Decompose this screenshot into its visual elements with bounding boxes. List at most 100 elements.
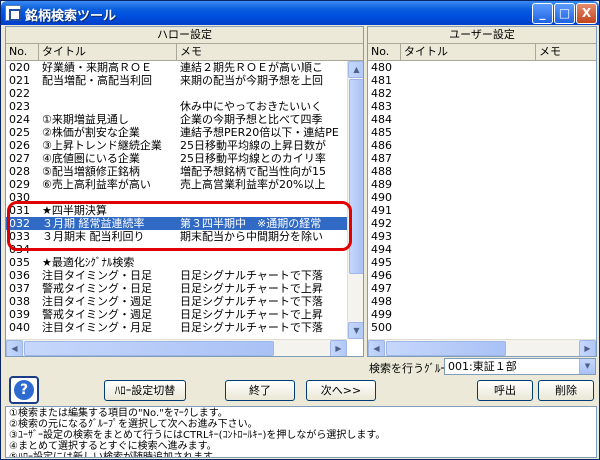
table-row[interactable]: 489	[368, 178, 596, 191]
cell-memo: 来期の配当が今期予想を上回	[180, 74, 323, 87]
table-row[interactable]: 491	[368, 204, 596, 217]
right-horizontal-scrollbar[interactable]: ◀ ▶	[368, 339, 596, 356]
col-memo[interactable]: メモ	[177, 44, 347, 60]
scroll-thumb[interactable]	[349, 79, 363, 274]
maximize-button[interactable]: □	[554, 3, 575, 24]
end-button[interactable]: 終了	[225, 380, 295, 401]
table-row[interactable]: 038 注目タイミング・週足 日足シグナルチャートで下落	[6, 295, 347, 308]
scroll-right-icon[interactable]: ▶	[579, 340, 596, 356]
switch-settings-button[interactable]: ﾊﾛｰ設定切替	[104, 380, 186, 401]
scroll-up-icon[interactable]: ▲	[348, 61, 363, 78]
table-row[interactable]: 484	[368, 113, 596, 126]
table-row[interactable]: 039 警戒タイミング・週足 日足シグナルチャートで上昇	[6, 308, 347, 321]
col-title[interactable]: タイトル	[401, 44, 536, 60]
cell-title: 好業績・来期高ＲＯＥ	[42, 61, 152, 74]
table-row[interactable]: 483	[368, 100, 596, 113]
table-row[interactable]: 024 ①来期増益見通し 企業の今期予想と比べて四季	[6, 113, 347, 126]
cell-no: 486	[371, 139, 392, 152]
table-row[interactable]: 498	[368, 295, 596, 308]
table-row[interactable]: 025 ②株価が割安な企業 連結予想PER20倍以下・連結PE	[6, 126, 347, 139]
table-row[interactable]: 020 好業績・来期高ＲＯＥ 連結２期先ＲＯＥが高い順こ	[6, 61, 347, 74]
table-row[interactable]: 495	[368, 256, 596, 269]
cell-memo: 日足シグナルチャートで下落	[180, 295, 323, 308]
table-row[interactable]: 500	[368, 321, 596, 334]
left-vertical-scrollbar[interactable]: ▲ ▼	[347, 61, 363, 339]
minimize-button[interactable]: _	[532, 3, 553, 24]
cell-memo: 休み中にやっておきたいいく	[180, 100, 323, 113]
app-icon	[5, 5, 21, 21]
table-row[interactable]: 040 注目タイミング・月足 日足シグナルチャートで下落	[6, 321, 347, 334]
table-row[interactable]: 028 ⑤配当増額修正銘柄 増配予想銘柄で配当性向が15	[6, 165, 347, 178]
scroll-left-icon[interactable]: ◀	[368, 340, 385, 356]
table-row[interactable]: 487	[368, 152, 596, 165]
cell-title: ３月期末 配当利回り	[42, 230, 145, 243]
table-row[interactable]: 023 休み中にやっておきたいいく	[6, 100, 347, 113]
table-row[interactable]: 031 ★四半期決算	[6, 204, 347, 217]
cell-no: 029	[9, 178, 30, 191]
cell-no: 482	[371, 87, 392, 100]
cell-no: 499	[371, 308, 392, 321]
cell-memo: 連結予想PER20倍以下・連結PE	[180, 126, 339, 139]
table-row[interactable]: 034	[6, 243, 347, 256]
table-row[interactable]: 496	[368, 269, 596, 282]
table-row[interactable]: 490	[368, 191, 596, 204]
table-row[interactable]: 026 ③上昇トレンド継続企業 25日移動平均線の上昇日数が	[6, 139, 347, 152]
next-button[interactable]: 次へ>>	[306, 380, 376, 401]
table-row[interactable]: 033 ３月期末 配当利回り 期末配当から中間期分を除い	[6, 230, 347, 243]
app-window: 銘柄検索ツール _ □ X ハロー設定 No. タイトル メモ 020 好業績・来…	[0, 0, 600, 460]
cell-no: 037	[9, 282, 30, 295]
col-no[interactable]: No.	[368, 44, 401, 60]
title-bar[interactable]: 銘柄検索ツール _ □ X	[1, 1, 599, 25]
hscroll-thumb[interactable]	[24, 341, 274, 356]
table-row[interactable]: 492	[368, 217, 596, 230]
table-row[interactable]: 488	[368, 165, 596, 178]
group-select[interactable]: 001:東証１部 ▼	[444, 358, 596, 375]
hscroll-thumb[interactable]	[386, 341, 506, 356]
table-row[interactable]: 029 ⑥売上高利益率が高い 売上高営業利益率が20%以上	[6, 178, 347, 191]
scroll-right-icon[interactable]: ▶	[330, 340, 347, 356]
table-row[interactable]: 494	[368, 243, 596, 256]
table-row[interactable]: 035 ★最適化ｼｸﾞﾅﾙ検索	[6, 256, 347, 269]
cell-no: 489	[371, 178, 392, 191]
cell-memo: 25日移動平均線とのカイリ率	[180, 152, 326, 165]
table-row[interactable]: 485	[368, 126, 596, 139]
cell-title: ⑤配当増額修正銘柄	[42, 165, 140, 178]
table-row[interactable]: 036 注目タイミング・日足 日足シグナルチャートで下落	[6, 269, 347, 282]
cell-no: 490	[371, 191, 392, 204]
cell-no: 031	[9, 204, 30, 217]
table-row[interactable]: 027 ④底値圏にいる企業 25日移動平均線とのカイリ率	[6, 152, 347, 165]
scroll-down-icon[interactable]: ▼	[348, 322, 363, 339]
scroll-left-icon[interactable]: ◀	[6, 340, 23, 356]
table-row[interactable]: 499	[368, 308, 596, 321]
cell-title: ★最適化ｼｸﾞﾅﾙ検索	[42, 256, 135, 269]
table-row[interactable]: 480	[368, 61, 596, 74]
cell-no: 483	[371, 100, 392, 113]
table-row[interactable]: 030	[6, 191, 347, 204]
table-row[interactable]: 021 配当増配・高配当利回 来期の配当が今期予想を上回	[6, 74, 347, 87]
instructions-box: ①検索または編集する項目の"No."をﾏｰｸします。 ②検索の元になるｸﾞﾙｰﾌﾟ…	[5, 406, 597, 458]
table-row[interactable]: 481	[368, 74, 596, 87]
cell-no: 492	[371, 217, 392, 230]
table-row[interactable]: 037 警戒タイミング・日足 日足シグナルチャートで上昇	[6, 282, 347, 295]
help-button[interactable]: ?	[9, 376, 39, 404]
table-row[interactable]: 486	[368, 139, 596, 152]
cell-memo: 売上高営業利益率が20%以上	[180, 178, 326, 191]
left-column-header: No. タイトル メモ	[6, 44, 363, 61]
cell-memo: 第３四半期中 ※通期の経常	[180, 217, 322, 230]
table-row[interactable]: 482	[368, 87, 596, 100]
table-row[interactable]: 032 ３月期 経常益連続率 第３四半期中 ※通期の経常	[6, 217, 347, 230]
col-title[interactable]: タイトル	[39, 44, 177, 60]
delete-button[interactable]: 削除	[538, 380, 594, 401]
col-memo[interactable]: メモ	[536, 44, 596, 60]
table-row[interactable]: 497	[368, 282, 596, 295]
cell-title: ③上昇トレンド継続企業	[42, 139, 162, 152]
col-no[interactable]: No.	[6, 44, 39, 60]
cell-no: 038	[9, 295, 30, 308]
table-row[interactable]: 022	[6, 87, 347, 100]
chevron-down-icon[interactable]: ▼	[579, 359, 595, 374]
close-button[interactable]: X	[576, 3, 597, 24]
left-horizontal-scrollbar[interactable]: ◀ ▶	[6, 339, 347, 356]
cell-no: 023	[9, 100, 30, 113]
call-button[interactable]: 呼出	[477, 380, 533, 401]
table-row[interactable]: 493	[368, 230, 596, 243]
